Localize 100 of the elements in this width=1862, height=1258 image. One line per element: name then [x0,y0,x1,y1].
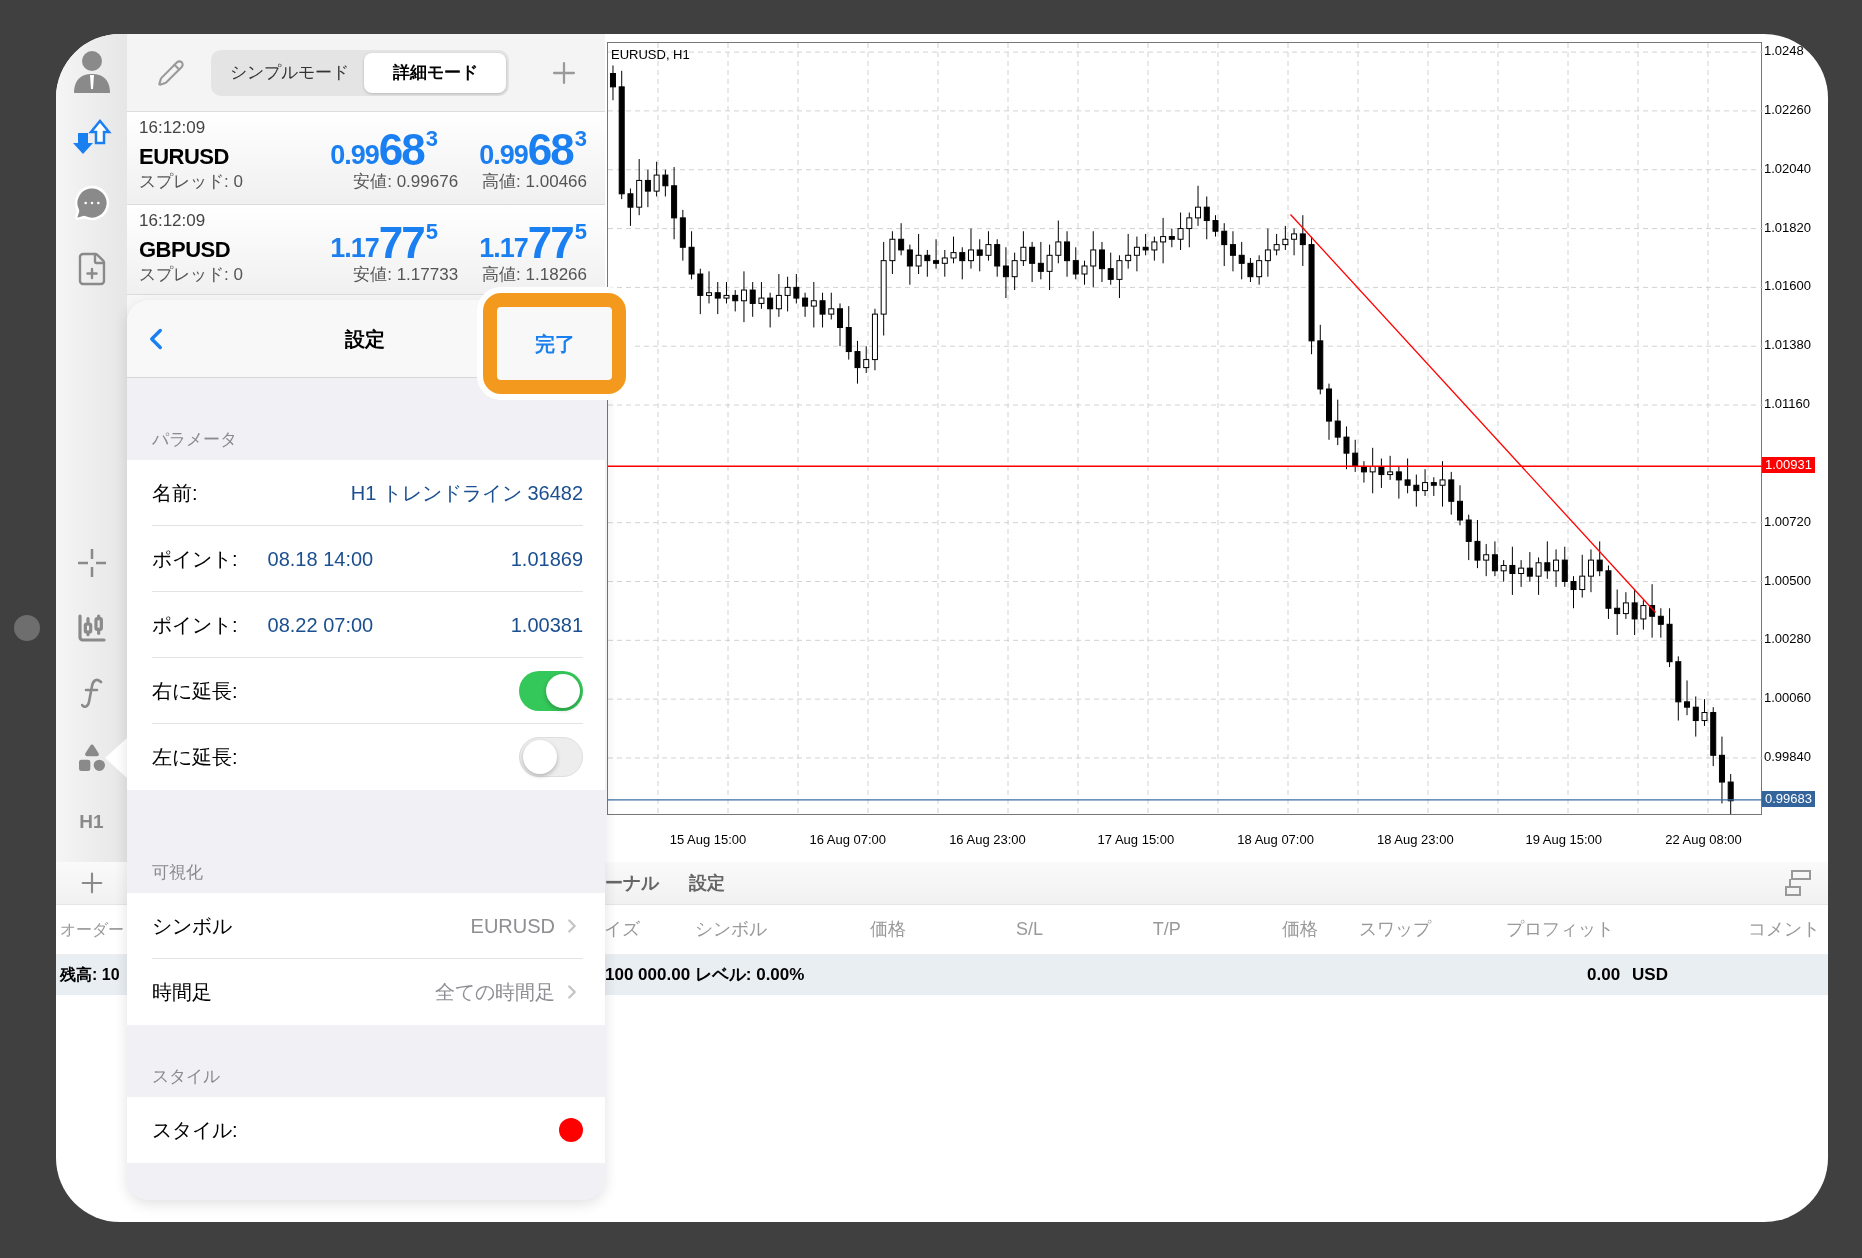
time-tick: 18 Aug 07:00 [1236,832,1315,848]
candle [985,230,992,262]
candle [976,238,983,272]
column-header: コメント [1748,918,1822,941]
candle [1439,460,1446,508]
candle [1046,244,1053,291]
candle [1011,252,1018,291]
timeframe-button[interactable]: H1 [79,808,104,837]
time-tick: 18 Aug 23:00 [1376,832,1455,848]
terminal-tab[interactable]: 設定 [689,869,725,897]
low-price: 安値: 0.99676 [353,172,459,192]
point-price[interactable]: 1.00381 [510,609,583,640]
price-tick: 1.00060 [1764,690,1811,707]
price-tick: 1.0248 [1764,43,1804,60]
candle [1457,484,1463,526]
candle [610,64,616,101]
candle [1099,241,1105,283]
point-time[interactable]: 08.18 14:00 [267,543,374,574]
price-tick: 1.02260 [1764,101,1811,118]
candle [959,246,966,280]
price-tick: 1.01160 [1764,396,1811,413]
candle [1116,254,1123,299]
high-price: 高値: 1.00466 [482,172,587,192]
layout-icon[interactable] [1784,869,1812,897]
candle [1570,575,1577,609]
candle [1177,212,1184,251]
option-value[interactable]: 全ての時間足 [435,977,555,1007]
candle [1500,559,1507,582]
mode-tab[interactable]: 詳細モード [364,52,506,93]
candle [1465,514,1472,561]
time-tick: 16 Aug 23:00 [948,832,1027,848]
price-line[interactable] [608,799,1763,801]
balance-text: 100 000.00 レベル: 0.00% [605,964,806,987]
candle [819,292,826,328]
candle [1334,399,1341,446]
candle [1369,447,1376,494]
spread-text: スプレッド: 0 [139,172,243,192]
candle [1326,383,1332,441]
candle [1212,214,1219,238]
spread-text: スプレッド: 0 [139,265,243,285]
candle [1596,540,1603,577]
chart-title: EURUSD, H1 [611,46,690,64]
setting-label: スタイル: [152,1118,238,1143]
price-tick: 1.01380 [1764,337,1811,354]
time-tick: 19 Aug 15:00 [1524,832,1604,848]
price-tick: 1.02040 [1764,160,1811,177]
candle [1343,425,1350,470]
setting-label: 時間足 [152,980,212,1005]
candle [793,273,800,304]
candle [1727,773,1734,815]
candle [1020,230,1027,267]
terminal-tab[interactable]: ーナル [605,869,659,897]
candle [1509,546,1516,596]
bid-price-label: 0.99683 [1762,790,1815,807]
mode-tab[interactable]: シンプルモード [214,52,364,93]
option-value[interactable]: EURUSD [470,910,555,941]
candle [1081,260,1088,286]
candle [1640,599,1647,631]
quote-time: 16:12:09 [139,118,207,138]
low-price: 安値: 1.17733 [353,265,459,285]
candle [1605,564,1612,620]
toggle-switch[interactable] [519,670,583,711]
column-header: T/P [1152,918,1182,941]
orders-tab[interactable]: オーダー [60,920,124,938]
done-button[interactable]: 完了 [534,328,575,359]
point-time[interactable]: 08.22 07:00 [267,609,374,640]
candle [1579,554,1586,599]
edit-icon[interactable] [157,58,185,87]
column-header: スワップ [1358,918,1433,941]
crosshair-icon[interactable] [75,546,108,579]
candle [1666,607,1673,668]
time-tick: 17 Aug 15:00 [1096,832,1176,848]
point-price[interactable]: 1.01869 [510,543,583,574]
candle [1238,241,1245,280]
price-tick: 1.00280 [1764,631,1811,648]
candle [1055,220,1062,264]
candle [924,249,931,278]
candle [653,161,660,197]
setting-label: 左に延長: [152,745,238,770]
candle [1404,458,1411,494]
column-header: 価格 [1281,918,1319,941]
toggle-switch[interactable] [519,737,583,777]
chart-area[interactable]: EURUSD, H1 [607,42,1762,815]
candle [1413,474,1420,508]
candle [889,230,896,275]
tool-item[interactable]: H1 [56,790,127,855]
candles-icon[interactable] [75,611,108,644]
name-value[interactable]: H1 トレンドライン 36482 [350,477,583,508]
column-header: 価格 [870,918,908,941]
setting-label: ポイント: [152,546,238,572]
panel-title: 設定 [345,326,385,352]
chat-icon[interactable] [72,184,111,222]
candle [1247,257,1254,283]
candle [697,268,704,315]
price-tick: 1.01820 [1764,219,1811,236]
function-icon[interactable] [80,677,103,708]
person-icon[interactable] [71,49,112,93]
price-tick: 1.00500 [1764,572,1811,589]
trend-line[interactable] [1290,214,1656,613]
candle [968,228,974,270]
